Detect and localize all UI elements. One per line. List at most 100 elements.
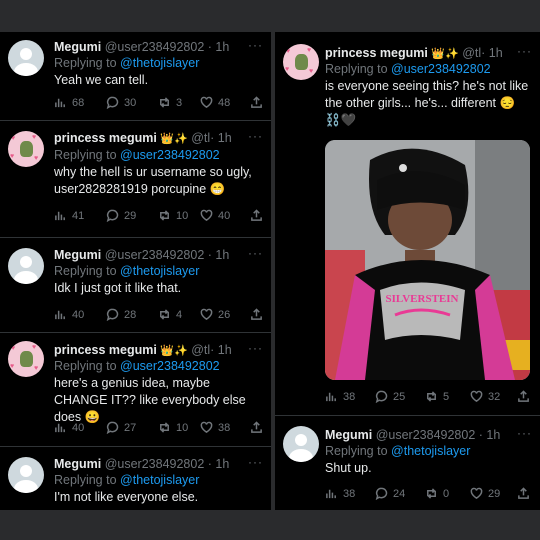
display-name[interactable]: Megumi (325, 428, 372, 442)
views-button[interactable]: 40 (54, 308, 84, 321)
mention-link[interactable]: @thetojislayer (120, 56, 199, 70)
reply-icon (106, 308, 119, 321)
tweet[interactable]: ♥ ♥ ♥ ♥ princess megumi 👑✨ @tl· 1h ··· Repl… (0, 333, 271, 451)
handle-timestamp: @tl· 1h (191, 131, 232, 145)
share-icon (251, 421, 262, 433)
share-button[interactable] (250, 421, 263, 434)
tweet-header: Megumi @user238492802 · 1h (54, 248, 263, 262)
replying-to: Replying to @user238492802 (54, 359, 220, 373)
share-button[interactable] (517, 487, 530, 500)
handle-timestamp: @user238492802 · 1h (104, 40, 230, 54)
reply-icon (106, 96, 119, 109)
views-button[interactable]: 41 (54, 209, 84, 222)
retweet-button[interactable]: 4 (158, 308, 182, 321)
avatar[interactable] (283, 426, 319, 462)
replying-prefix: Replying to (54, 148, 117, 162)
more-options-icon[interactable]: ··· (248, 341, 263, 355)
tweet-text: is everyone seeing this? he's not like t… (325, 79, 529, 127)
like-icon (470, 390, 483, 403)
retweet-icon (160, 422, 169, 433)
reply-button[interactable]: 24 (375, 487, 405, 500)
views-button[interactable]: 38 (325, 390, 355, 403)
mention-link[interactable]: @thetojislayer (120, 473, 199, 487)
more-options-icon[interactable]: ··· (248, 38, 263, 52)
tweet[interactable]: Megumi @user238492802 · 1h ··· Replying … (275, 416, 540, 510)
mention-link[interactable]: @user238492802 (120, 359, 220, 373)
share-button[interactable] (517, 390, 530, 403)
share-button[interactable] (250, 308, 263, 321)
reply-button[interactable]: 28 (106, 308, 136, 321)
retweet-button[interactable]: 10 (158, 421, 188, 434)
mention-link[interactable]: @user238492802 (120, 148, 220, 162)
avatar[interactable]: ♥ ♥ ♥ ♥ (8, 131, 44, 167)
like-icon (200, 308, 213, 321)
display-name[interactable]: Megumi (54, 248, 101, 262)
views-icon (55, 423, 65, 433)
mention-link[interactable]: @thetojislayer (120, 264, 199, 278)
retweet-count: 3 (176, 96, 183, 109)
tweet-header: Megumi @user238492802 · 1h (325, 428, 532, 442)
retweet-button[interactable]: 0 (425, 487, 449, 500)
reply-button[interactable]: 30 (106, 96, 136, 109)
share-icon (251, 209, 262, 221)
share-icon (518, 487, 529, 499)
share-button[interactable] (250, 209, 263, 222)
like-button[interactable]: 38 (200, 421, 230, 434)
avatar[interactable] (8, 457, 44, 493)
display-name[interactable]: princess megumi (54, 343, 157, 357)
like-button[interactable]: 29 (470, 487, 500, 500)
retweet-count: 4 (176, 308, 183, 321)
like-count: 29 (488, 487, 501, 500)
reply-button[interactable]: 25 (375, 390, 405, 403)
like-button[interactable]: 26 (200, 308, 230, 321)
reply-button[interactable]: 27 (106, 421, 136, 434)
reply-button[interactable]: 29 (106, 209, 136, 222)
tweet-header: princess megumi 👑✨ @tl· 1h (325, 46, 532, 60)
tweet[interactable]: Megumi @user238492802 · 1h ··· Replying … (0, 447, 271, 510)
views-icon (55, 211, 65, 221)
replying-prefix: Replying to (54, 56, 117, 70)
display-name[interactable]: princess megumi (54, 131, 157, 145)
crown-sparkles-badge: 👑✨ (160, 133, 188, 145)
tweet-text: here's a genius idea, maybe CHANGE IT?? … (54, 376, 246, 424)
like-count: 48 (218, 96, 231, 109)
more-options-icon[interactable]: ··· (248, 129, 263, 143)
like-count: 38 (218, 421, 231, 434)
views-button[interactable]: 68 (54, 96, 84, 109)
reply-count: 24 (393, 487, 406, 500)
display-name[interactable]: Megumi (54, 40, 101, 54)
views-button[interactable]: 40 (54, 421, 84, 434)
like-button[interactable]: 48 (200, 96, 230, 109)
views-button[interactable]: 38 (325, 487, 355, 500)
mention-link[interactable]: @user238492802 (391, 62, 491, 76)
like-button[interactable]: 40 (200, 209, 230, 222)
views-count: 68 (72, 96, 85, 109)
retweet-icon (160, 309, 169, 320)
reply-icon (106, 209, 119, 222)
display-name[interactable]: Megumi (54, 457, 101, 471)
tweet[interactable]: ♥ ♥ ♥ ♥ princess megumi 👑✨ @tl· 1h ··· Repl… (275, 32, 540, 415)
tweet[interactable]: Megumi @user238492802 · 1h ··· Replying … (0, 238, 271, 338)
avatar[interactable]: ♥ ♥ ♥ ♥ (283, 44, 319, 80)
share-button[interactable] (250, 96, 263, 109)
retweet-button[interactable]: 10 (158, 209, 188, 222)
tweet-photo[interactable]: SILVERSTEIN (325, 140, 530, 380)
avatar[interactable]: ♥ ♥ ♥ ♥ (8, 341, 44, 377)
action-bar: 41 29 10 40 (54, 209, 265, 223)
more-options-icon[interactable]: ··· (517, 426, 532, 440)
replying-prefix: Replying to (54, 359, 117, 373)
avatar[interactable] (8, 40, 44, 76)
more-options-icon[interactable]: ··· (517, 44, 532, 58)
mention-link[interactable]: @thetojislayer (391, 444, 470, 458)
share-icon (251, 308, 262, 320)
retweet-button[interactable]: 5 (425, 390, 449, 403)
tweet-header: princess megumi 👑✨ @tl· 1h (54, 131, 263, 145)
more-options-icon[interactable]: ··· (248, 246, 263, 260)
more-options-icon[interactable]: ··· (248, 455, 263, 469)
tweet[interactable]: ♥ ♥ ♥ ♥ princess megumi 👑✨ @tl· 1h ··· Repl… (0, 121, 271, 241)
action-bar: 40 28 4 26 (54, 308, 265, 322)
like-button[interactable]: 32 (470, 390, 500, 403)
display-name[interactable]: princess megumi (325, 46, 428, 60)
retweet-button[interactable]: 3 (158, 96, 182, 109)
avatar[interactable] (8, 248, 44, 284)
